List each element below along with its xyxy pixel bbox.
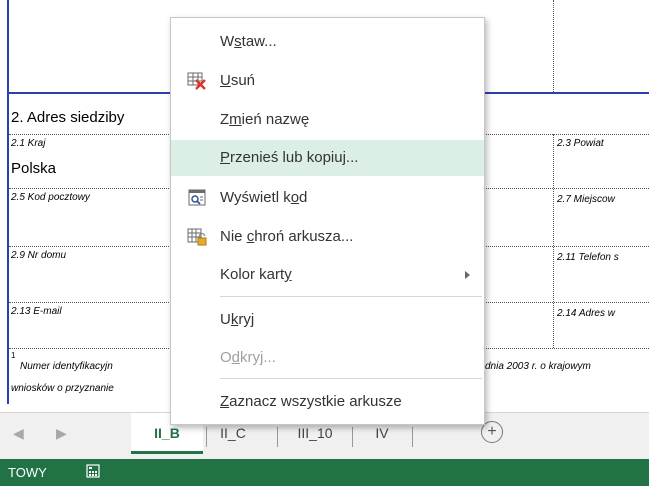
footnote-line-2: wniosków o przyznanie bbox=[11, 383, 114, 394]
delete-sheet-icon bbox=[187, 72, 206, 90]
sheet-tab-context-menu: Wstaw... Usuń Zmień nazwę Przenieś lub k… bbox=[170, 17, 485, 425]
unprotect-sheet-icon bbox=[187, 228, 207, 246]
field-label-adres-www: 2.14 Adres w bbox=[557, 308, 615, 319]
grid-line bbox=[553, 134, 554, 348]
form-border-left bbox=[7, 0, 9, 404]
field-label-kraj: 2.1 Kraj bbox=[11, 138, 46, 149]
field-value-kraj[interactable]: Polska bbox=[11, 160, 56, 177]
scroll-tabs-right-icon[interactable]: ▶ bbox=[56, 425, 67, 442]
field-label-telefon: 2.11 Telefon s bbox=[557, 252, 619, 263]
field-label-miejscowosc: 2.7 Miejscow bbox=[557, 194, 615, 205]
menu-item-odkryj: Odkryj... bbox=[220, 349, 276, 366]
footnote-line-1: Numer identyfikacyjn bbox=[20, 361, 113, 372]
scroll-tabs-left-icon[interactable]: ◀ bbox=[13, 425, 24, 442]
menu-item-zmien-nazwe[interactable]: Zmień nazwę bbox=[171, 102, 484, 138]
menu-item-zaznacz-wszystkie-arkusze[interactable]: Zaznacz wszystkie arkusze bbox=[171, 384, 484, 420]
menu-item-ukryj[interactable]: Ukryj bbox=[171, 302, 484, 338]
menu-separator bbox=[220, 296, 482, 297]
menu-separator bbox=[220, 378, 482, 379]
status-mode-text: TOWY bbox=[8, 465, 47, 480]
tab-separator bbox=[412, 427, 413, 447]
section-title: 2. Adres siedziby bbox=[11, 109, 125, 126]
menu-item-wstaw[interactable]: Wstaw... bbox=[171, 24, 484, 60]
menu-item-przenies-lub-kopiuj[interactable]: Przenieś lub kopiuj... bbox=[171, 140, 484, 176]
footnote-mark: 1 bbox=[11, 351, 16, 360]
submenu-arrow-icon bbox=[465, 271, 470, 279]
tab-separator bbox=[352, 427, 353, 447]
field-label-email: 2.13 E-mail bbox=[11, 306, 62, 317]
status-bar: TOWY bbox=[0, 459, 649, 486]
menu-item-usun[interactable]: Usuń bbox=[171, 63, 484, 99]
menu-item-wyswietl-kod[interactable]: Wyświetl kod bbox=[171, 180, 484, 216]
field-label-nr-domu: 2.9 Nr domu bbox=[11, 250, 67, 261]
menu-item-nie-chron-arkusza[interactable]: Nie chroń arkusza... bbox=[171, 219, 484, 255]
macro-record-icon[interactable] bbox=[86, 464, 100, 478]
field-label-kod: 2.5 Kod pocztowy bbox=[11, 192, 90, 203]
menu-item-kolor-karty[interactable]: Kolor karty bbox=[171, 257, 484, 293]
tab-separator bbox=[277, 427, 278, 447]
view-code-icon bbox=[188, 189, 206, 206]
grid-line bbox=[553, 0, 554, 92]
field-label-powiat: 2.3 Powiat bbox=[557, 138, 604, 149]
footnote-line-1-right: dnia 2003 r. o krajowym bbox=[485, 361, 591, 372]
